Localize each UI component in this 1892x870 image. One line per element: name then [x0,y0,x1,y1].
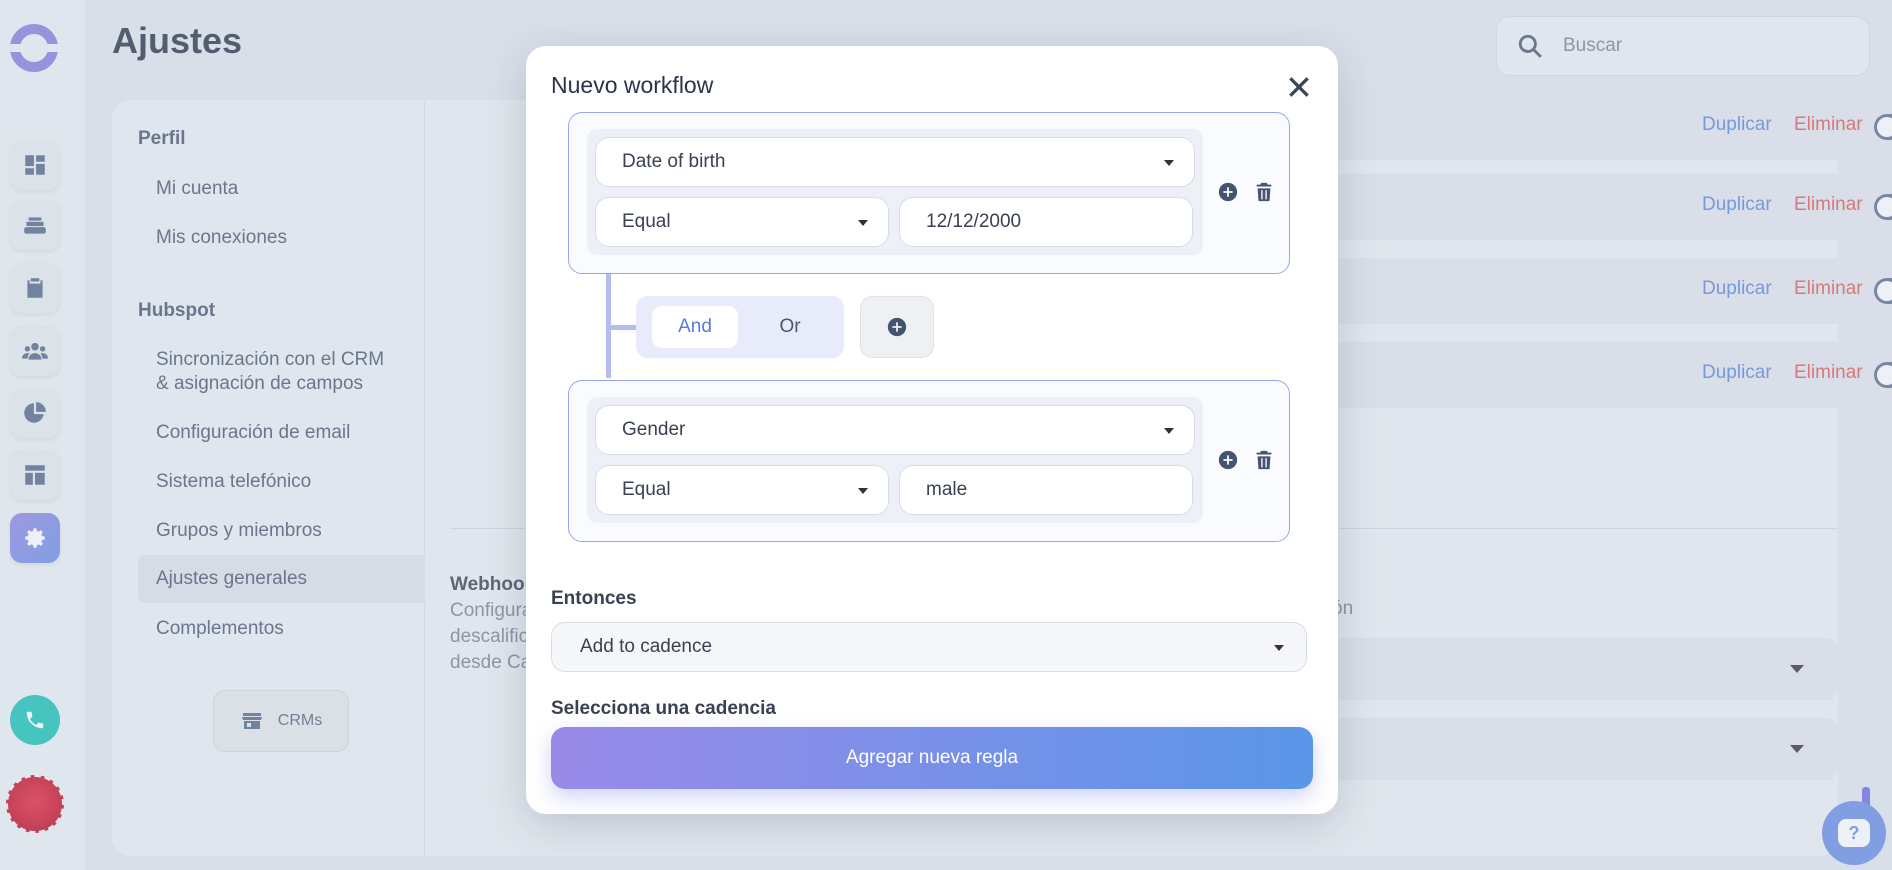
then-action-select[interactable]: Add to cadence [551,622,1307,672]
condition-fields: Gender Equal male [587,397,1203,523]
and-option[interactable]: And [652,306,738,348]
logic-toggle: And Or [636,296,844,358]
or-option[interactable]: Or [754,306,826,348]
condition-operator-select[interactable]: Equal [595,197,889,247]
condition-box: Gender Equal male [568,380,1290,542]
logic-connector [611,325,637,330]
close-button[interactable] [1286,74,1312,100]
condition-actions [1217,181,1275,203]
add-circle-icon [887,317,907,337]
condition-actions [1217,449,1275,471]
condition-fields: Date of birth Equal 12/12/2000 [587,129,1203,255]
condition-value-input[interactable]: male [899,465,1193,515]
then-label: Entonces [551,588,637,609]
condition-value-input[interactable]: 12/12/2000 [899,197,1193,247]
add-condition-button[interactable] [860,296,934,358]
add-circle-icon[interactable] [1217,449,1239,471]
condition-field-select[interactable]: Date of birth [595,137,1195,187]
modal-title: Nuevo workflow [551,72,714,98]
condition-operator-select[interactable]: Equal [595,465,889,515]
condition-box: Date of birth Equal 12/12/2000 [568,112,1290,274]
trash-icon[interactable] [1253,449,1275,471]
cadence-label: Selecciona una cadencia [551,698,776,719]
trash-icon[interactable] [1253,181,1275,203]
condition-field-select[interactable]: Gender [595,405,1195,455]
add-circle-icon[interactable] [1217,181,1239,203]
new-workflow-modal: Nuevo workflow Date of birth Equal 12/12… [526,46,1338,814]
add-rule-button[interactable]: Agregar nueva regla [551,727,1313,789]
close-icon [1289,77,1309,97]
